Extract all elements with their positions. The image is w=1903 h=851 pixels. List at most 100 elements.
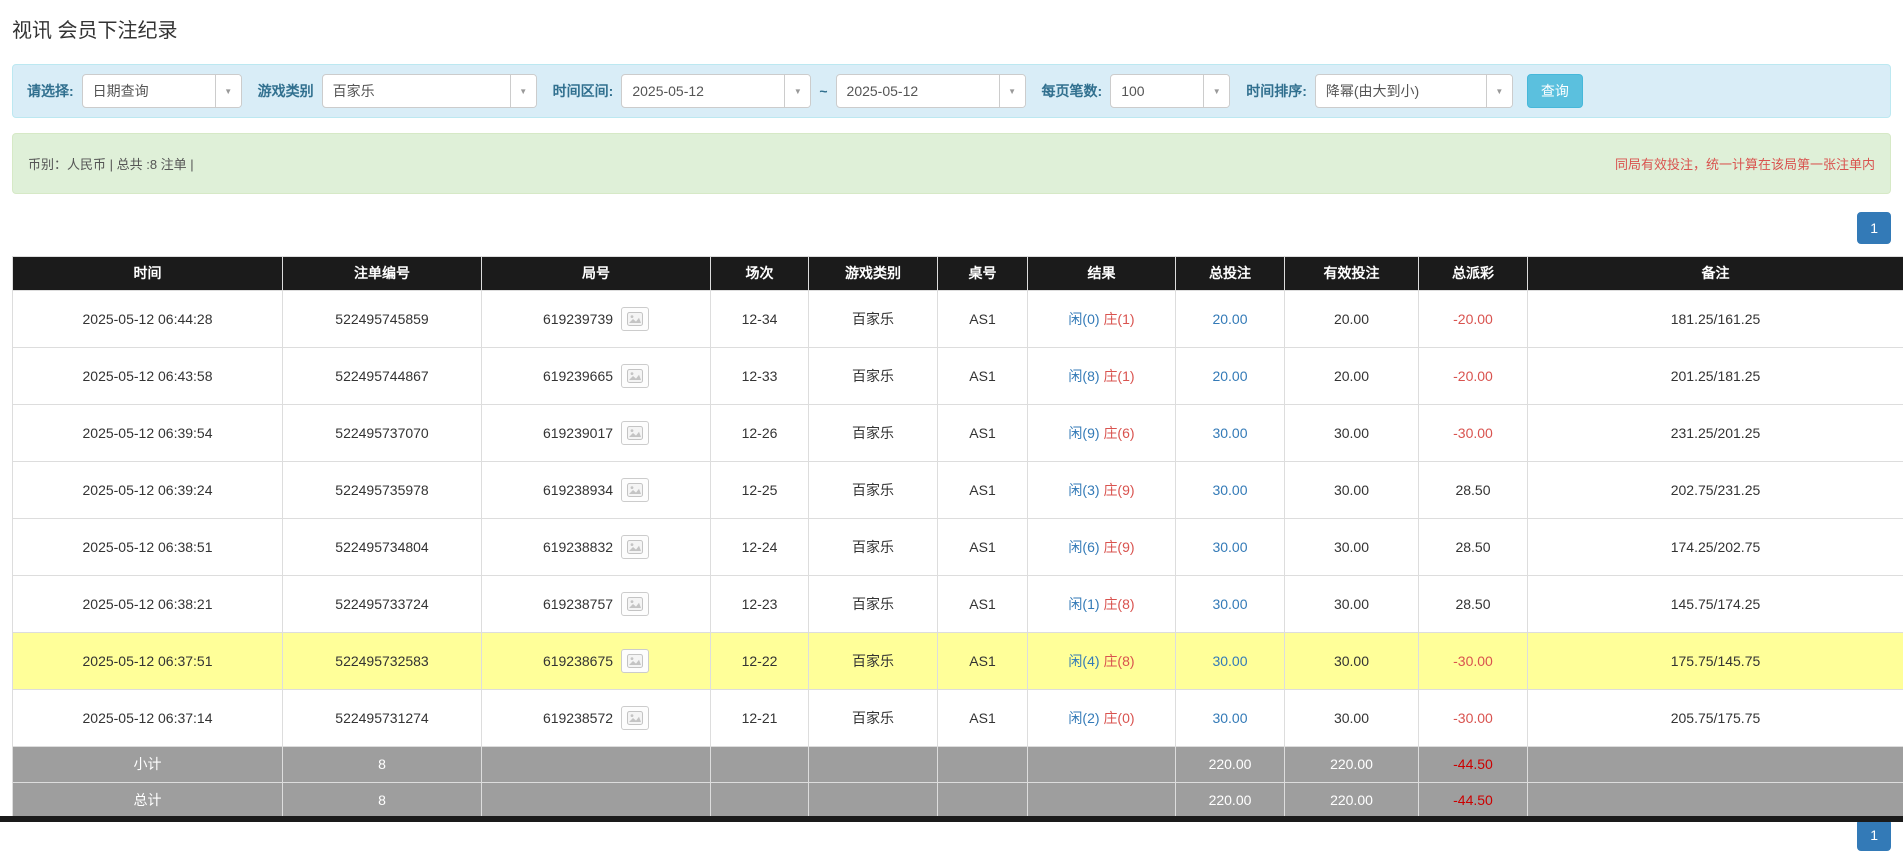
date-to-select[interactable]: 2025-05-12 ▼	[836, 74, 1026, 108]
page-size-value: 100	[1111, 75, 1203, 107]
cell-total-bet[interactable]: 30.00	[1176, 690, 1285, 747]
round-replay-button[interactable]	[621, 478, 649, 502]
subtotal-row: 小计 8 220.00 220.00 -44.50	[13, 747, 1903, 783]
column-header-valid-bet: 有效投注	[1285, 257, 1419, 291]
game-type-label: 游戏类别	[258, 81, 314, 101]
round-id: 619239017	[543, 423, 613, 443]
total-payout: -44.50	[1419, 783, 1528, 819]
table-row: 2025-05-12 06:38:51 522495734804 6192388…	[13, 519, 1903, 576]
date-range-label: 时间区间:	[553, 81, 614, 101]
cell-total-bet[interactable]: 30.00	[1176, 576, 1285, 633]
round-replay-button[interactable]	[621, 649, 649, 673]
cell-result: 闲(2) 庄(0)	[1028, 690, 1176, 747]
table-header-row: 时间 注单编号 局号 场次 游戏类别 桌号 结果 总投注 有效投注 总派彩 备注	[13, 257, 1903, 291]
image-icon	[627, 426, 643, 440]
cell-round: 619238934	[482, 462, 711, 519]
image-icon	[627, 312, 643, 326]
chevron-down-icon: ▼	[510, 75, 536, 107]
image-icon	[627, 369, 643, 383]
pagination-page-1-button[interactable]: 1	[1857, 819, 1891, 851]
round-replay-button[interactable]	[621, 421, 649, 445]
cell-valid-bet: 30.00	[1285, 633, 1419, 690]
chevron-down-icon: ▼	[215, 75, 241, 107]
cell-payout: 28.50	[1419, 462, 1528, 519]
cell-time: 2025-05-12 06:44:28	[13, 291, 283, 348]
subtotal-empty-cell	[1028, 747, 1176, 783]
cell-round: 619238675	[482, 633, 711, 690]
cell-total-bet[interactable]: 20.00	[1176, 291, 1285, 348]
pagination-top: 1	[12, 212, 1891, 244]
subtotal-empty-cell	[809, 747, 938, 783]
column-header-total-bet: 总投注	[1176, 257, 1285, 291]
cell-payout: -20.00	[1419, 291, 1528, 348]
round-replay-button[interactable]	[621, 706, 649, 730]
cell-remark: 201.25/181.25	[1528, 348, 1903, 405]
image-icon	[627, 540, 643, 554]
round-replay-button[interactable]	[621, 535, 649, 559]
game-type-select[interactable]: 百家乐 ▼	[322, 74, 537, 108]
cell-total-bet[interactable]: 30.00	[1176, 405, 1285, 462]
subtotal-empty-cell	[482, 747, 711, 783]
date-query-select[interactable]: 日期查询 ▼	[82, 74, 242, 108]
search-button[interactable]: 查询	[1527, 74, 1583, 108]
cell-remark: 202.75/231.25	[1528, 462, 1903, 519]
cell-remark: 181.25/161.25	[1528, 291, 1903, 348]
cell-total-bet[interactable]: 30.00	[1176, 519, 1285, 576]
result-player: 闲(4)	[1068, 653, 1099, 669]
records-tbody: 2025-05-12 06:44:28 522495745859 6192397…	[13, 291, 1903, 747]
total-label: 总计	[13, 783, 283, 819]
total-valid-bet: 220.00	[1285, 783, 1419, 819]
page-size-select[interactable]: 100 ▼	[1110, 74, 1230, 108]
image-icon	[627, 597, 643, 611]
cell-bet-id: 522495744867	[283, 348, 482, 405]
round-id: 619239665	[543, 366, 613, 386]
cell-remark: 145.75/174.25	[1528, 576, 1903, 633]
cell-total-bet[interactable]: 20.00	[1176, 348, 1285, 405]
column-header-table-no: 桌号	[938, 257, 1028, 291]
total-empty-cell	[1028, 783, 1176, 819]
round-id: 619238832	[543, 537, 613, 557]
cell-remark: 174.25/202.75	[1528, 519, 1903, 576]
cell-game-type: 百家乐	[809, 633, 938, 690]
sort-order-select[interactable]: 降幂(由大到小) ▼	[1315, 74, 1513, 108]
currency-total-text: 币别：人民币 | 总共 :8 注单 |	[28, 154, 194, 173]
cell-session: 12-25	[711, 462, 809, 519]
cell-time: 2025-05-12 06:38:21	[13, 576, 283, 633]
result-banker: 庄(9)	[1103, 482, 1134, 498]
cell-total-bet[interactable]: 30.00	[1176, 633, 1285, 690]
pagination-page-1-button[interactable]: 1	[1857, 212, 1891, 244]
page-size-label: 每页笔数:	[1042, 81, 1103, 101]
cell-payout: -30.00	[1419, 633, 1528, 690]
cell-bet-id: 522495734804	[283, 519, 482, 576]
round-id: 619238572	[543, 708, 613, 728]
cell-table-no: AS1	[938, 405, 1028, 462]
cell-time: 2025-05-12 06:37:14	[13, 690, 283, 747]
cell-time: 2025-05-12 06:37:51	[13, 633, 283, 690]
round-replay-button[interactable]	[621, 364, 649, 388]
table-row: 2025-05-12 06:39:54 522495737070 6192390…	[13, 405, 1903, 462]
subtotal-label: 小计	[13, 747, 283, 783]
cell-game-type: 百家乐	[809, 690, 938, 747]
cell-total-bet[interactable]: 30.00	[1176, 462, 1285, 519]
cell-table-no: AS1	[938, 519, 1028, 576]
date-from-select[interactable]: 2025-05-12 ▼	[621, 74, 811, 108]
cell-session: 12-33	[711, 348, 809, 405]
cell-valid-bet: 30.00	[1285, 405, 1419, 462]
cell-remark: 175.75/145.75	[1528, 633, 1903, 690]
chevron-down-icon: ▼	[999, 75, 1025, 107]
cell-round: 619238572	[482, 690, 711, 747]
cell-valid-bet: 30.00	[1285, 690, 1419, 747]
cell-payout: -20.00	[1419, 348, 1528, 405]
summary-bar: 币别：人民币 | 总共 :8 注单 | 同局有效投注，统一计算在该局第一张注单内	[12, 133, 1891, 194]
cell-game-type: 百家乐	[809, 348, 938, 405]
round-replay-button[interactable]	[621, 307, 649, 331]
cell-round: 619239665	[482, 348, 711, 405]
result-banker: 庄(8)	[1103, 596, 1134, 612]
result-banker: 庄(0)	[1103, 710, 1134, 726]
result-player: 闲(0)	[1068, 311, 1099, 327]
table-row: 2025-05-12 06:43:58 522495744867 6192396…	[13, 348, 1903, 405]
column-header-payout: 总派彩	[1419, 257, 1528, 291]
sort-order-value: 降幂(由大到小)	[1316, 75, 1486, 107]
result-banker: 庄(1)	[1103, 311, 1134, 327]
round-replay-button[interactable]	[621, 592, 649, 616]
